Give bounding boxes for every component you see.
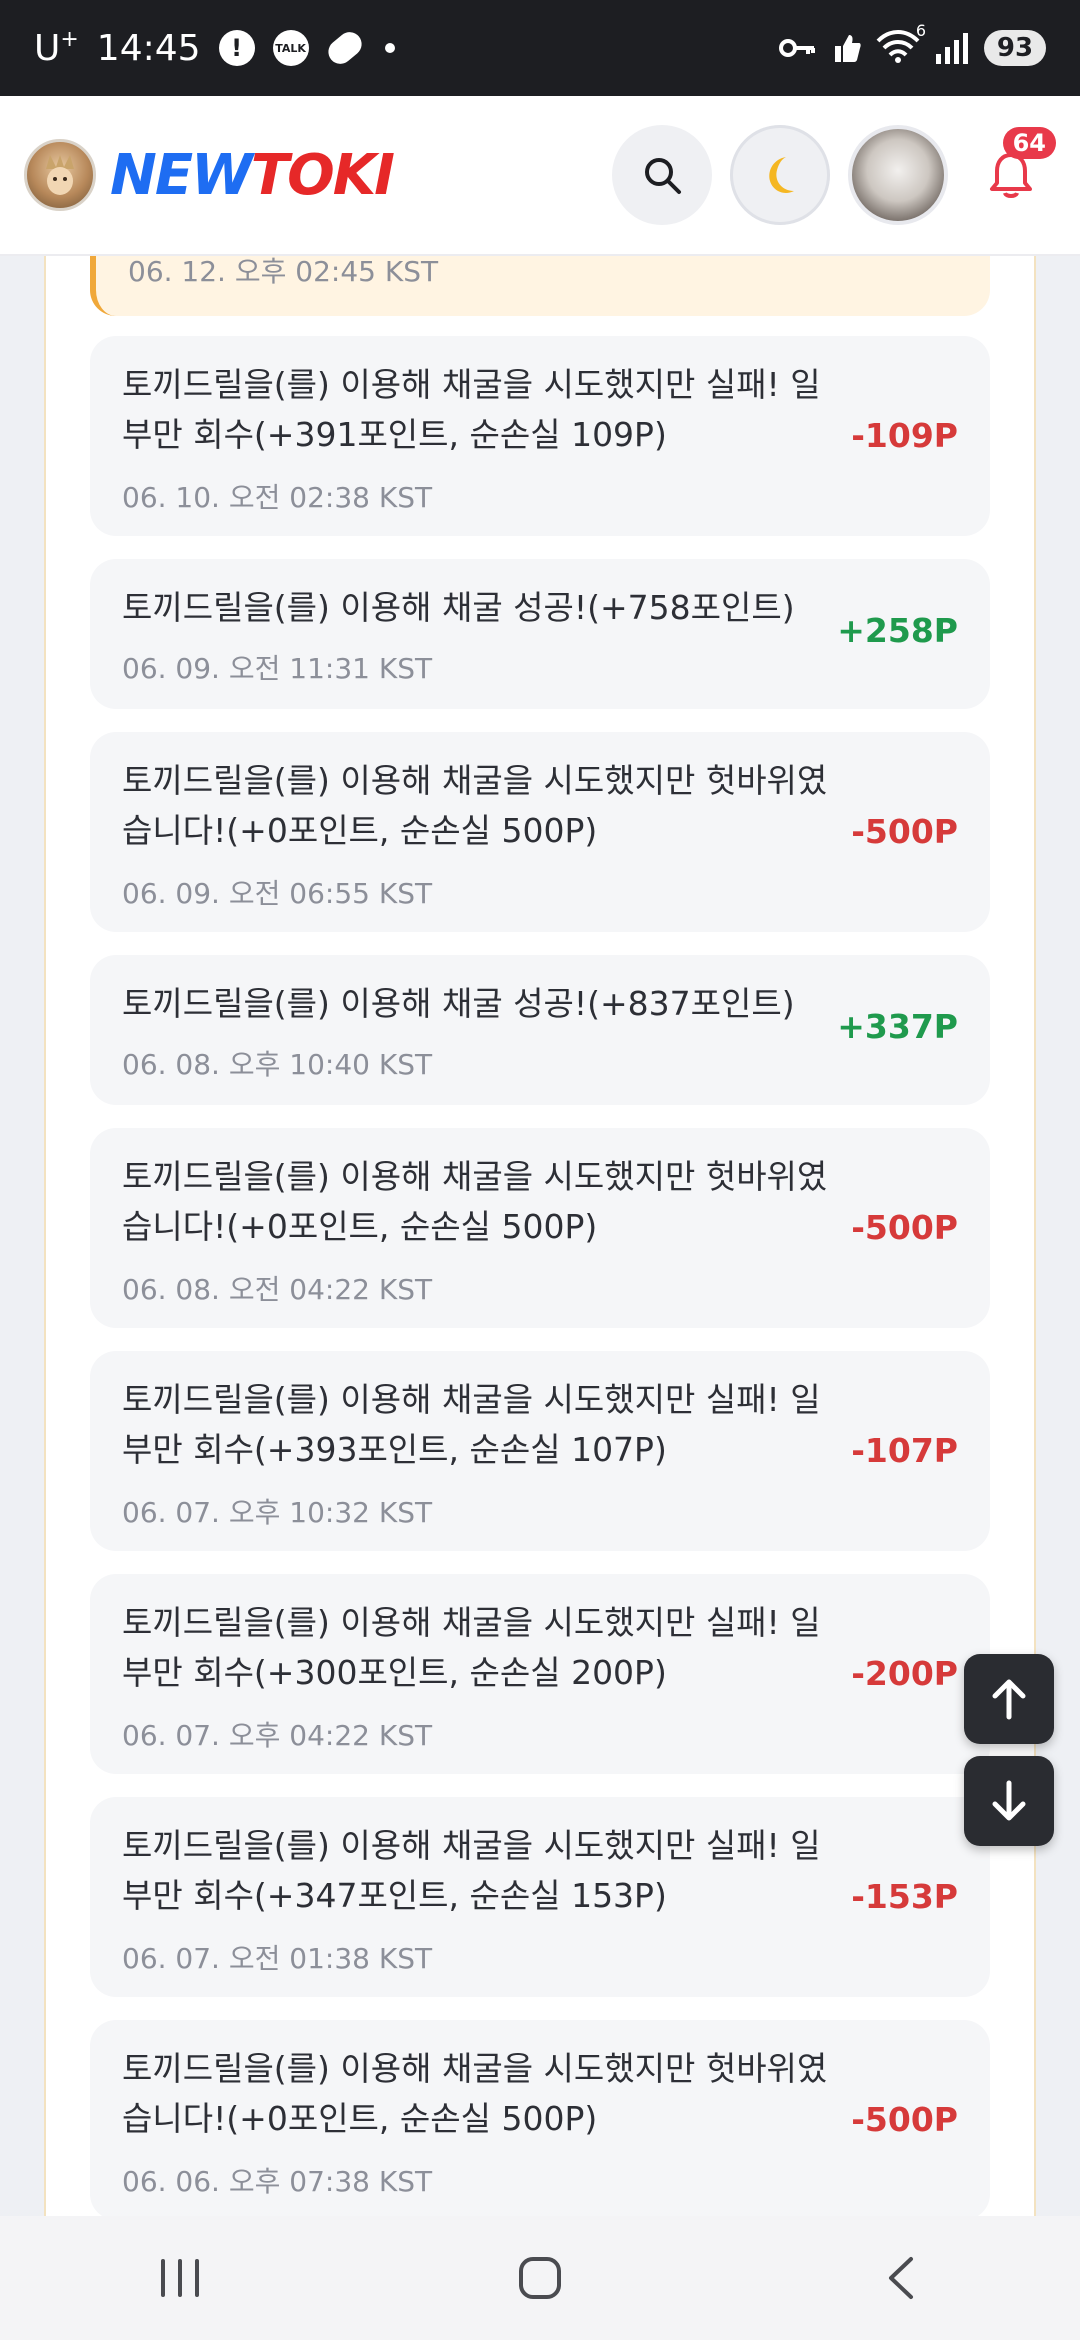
- item-message: 토끼드릴을(를) 이용해 채굴 성공!(+758포인트): [122, 588, 795, 627]
- app-header: NEWTOKI 64: [0, 96, 1080, 256]
- search-button[interactable]: [612, 125, 712, 225]
- item-message: 토끼드릴을(를) 이용해 채굴을 시도했지만 헛바위였습니다!(+0포인트, 순…: [122, 1157, 828, 1246]
- signal-icon: [936, 33, 968, 64]
- back-icon: [889, 2257, 913, 2299]
- alert-icon: !: [218, 30, 255, 66]
- list-item: 토끼드릴을(를) 이용해 채굴을 시도했지만 헛바위였습니다!(+0포인트, 순…: [90, 1128, 990, 1328]
- list-item: 토끼드릴을(를) 이용해 채굴을 시도했지만 실패! 일부만 회수(+300포인…: [90, 1574, 990, 1774]
- item-date: 06. 09. 오전 06:55 KST: [122, 877, 433, 910]
- item-date: 06. 07. 오후 04:22 KST: [122, 1719, 433, 1752]
- recents-button[interactable]: [120, 2238, 240, 2318]
- status-right: 6 93: [778, 21, 1046, 67]
- logo-mascot-icon[interactable]: [24, 139, 96, 211]
- status-bar: U+ 14:45 ! TALK 6 93: [0, 0, 1080, 96]
- list-item: 토끼드릴을(를) 이용해 채굴을 시도했지만 실패! 일부만 회수(+347포인…: [90, 1797, 990, 1997]
- list-item: 토끼드릴을(를) 이용해 채굴 성공!(+837포인트) +337P 06. 0…: [90, 955, 990, 1105]
- arrow-up-icon: [992, 1679, 1026, 1720]
- pill-icon: [323, 27, 367, 69]
- wifi-status: 6: [876, 21, 926, 67]
- key-icon: [779, 39, 815, 57]
- item-date: 06. 08. 오후 10:40 KST: [122, 1048, 433, 1081]
- search-icon: [645, 158, 681, 194]
- item-message: 토끼드릴을(를) 이용해 채굴 성공!(+837포인트): [122, 984, 795, 1023]
- wifi-icon: [876, 30, 920, 63]
- scroll-to-bottom-button[interactable]: [964, 1756, 1054, 1846]
- list-item: 토끼드릴을(를) 이용해 채굴을 시도했지만 헛바위였습니다!(+0포인트, 순…: [90, 732, 990, 932]
- item-message: 토끼드릴을(를) 이용해 채굴을 시도했지만 헛바위였습니다!(+0포인트, 순…: [122, 761, 828, 850]
- item-points: -109P: [851, 416, 958, 455]
- item-date: 06. 12. 오후 02:45 KST: [128, 256, 439, 288]
- list-item: 토끼드릴을(를) 이용해 채굴을 시도했지만 실패! 일부만 회수(+393포인…: [90, 1351, 990, 1551]
- logo-toki-text: TOKI: [250, 142, 395, 208]
- item-date: 06. 06. 오후 07:38 KST: [122, 2165, 433, 2198]
- header-actions: 64: [612, 125, 1056, 225]
- item-points: -500P: [851, 2100, 958, 2139]
- mascot-face-icon: [46, 155, 74, 195]
- battery-indicator: 93: [984, 30, 1046, 66]
- moon-icon: [769, 157, 794, 193]
- item-points: -153P: [851, 1877, 958, 1916]
- item-points: -107P: [851, 1431, 958, 1470]
- list-item: 06. 12. 오후 02:45 KST: [90, 256, 990, 316]
- item-date: 06. 07. 오전 01:38 KST: [122, 1942, 433, 1975]
- kakaotalk-icon: TALK: [272, 30, 309, 66]
- item-points: -500P: [851, 812, 958, 851]
- item-message: 토끼드릴을(를) 이용해 채굴을 시도했지만 실패! 일부만 회수(+393포인…: [122, 1380, 821, 1469]
- item-message: 토끼드릴을(를) 이용해 채굴을 시도했지만 실패! 일부만 회수(+391포인…: [122, 365, 821, 454]
- home-icon: [519, 2257, 561, 2299]
- item-message: 토끼드릴을(를) 이용해 채굴을 시도했지만 실패! 일부만 회수(+347포인…: [122, 1826, 821, 1915]
- clock: 14:45: [96, 27, 201, 69]
- status-left: U+ 14:45 ! TALK: [34, 27, 395, 69]
- notifications-button[interactable]: 64: [966, 125, 1056, 225]
- arrow-down-icon: [992, 1780, 1026, 1821]
- more-notifications-dot-icon: [384, 43, 395, 53]
- item-points: +337P: [837, 1007, 958, 1046]
- notification-count-badge: 64: [1002, 127, 1056, 159]
- system-nav-bar: [0, 2216, 1080, 2340]
- item-message: 토끼드릴을(를) 이용해 채굴을 시도했지만 실패! 일부만 회수(+300포인…: [122, 1603, 821, 1692]
- points-history-panel: 06. 12. 오후 02:45 KST 토끼드릴을(를) 이용해 채굴을 시도…: [44, 256, 1036, 2216]
- site-logo[interactable]: NEWTOKI: [110, 142, 395, 208]
- thumbs-up-icon: [835, 35, 861, 62]
- item-date: 06. 07. 오후 10:32 KST: [122, 1496, 433, 1529]
- logo-new-text: NEW: [110, 142, 253, 208]
- dark-mode-button[interactable]: [730, 125, 830, 225]
- item-date: 06. 09. 오전 11:31 KST: [122, 652, 433, 685]
- item-points: -500P: [851, 1208, 958, 1247]
- carrier-label: U+: [34, 27, 79, 69]
- item-message: 토끼드릴을(를) 이용해 채굴을 시도했지만 헛바위였습니다!(+0포인트, 순…: [122, 2049, 828, 2138]
- item-points: -200P: [851, 1654, 958, 1693]
- talk-label: TALK: [275, 41, 306, 55]
- user-avatar[interactable]: [848, 125, 948, 225]
- item-date: 06. 08. 오전 04:22 KST: [122, 1273, 433, 1306]
- list-item: 토끼드릴을(를) 이용해 채굴을 시도했지만 헛바위였습니다!(+0포인트, 순…: [90, 2020, 990, 2216]
- scroll-to-top-button[interactable]: [964, 1654, 1054, 1744]
- list-item: 토끼드릴을(를) 이용해 채굴 성공!(+758포인트) +258P 06. 0…: [90, 559, 990, 709]
- home-button[interactable]: [480, 2238, 600, 2318]
- list-item: 토끼드릴을(를) 이용해 채굴을 시도했지만 실패! 일부만 회수(+391포인…: [90, 336, 990, 536]
- recents-icon: [161, 2259, 199, 2297]
- wifi-badge: 6: [915, 21, 926, 40]
- item-date: 06. 10. 오전 02:38 KST: [122, 481, 433, 514]
- item-points: +258P: [837, 611, 958, 650]
- back-button[interactable]: [840, 2238, 960, 2318]
